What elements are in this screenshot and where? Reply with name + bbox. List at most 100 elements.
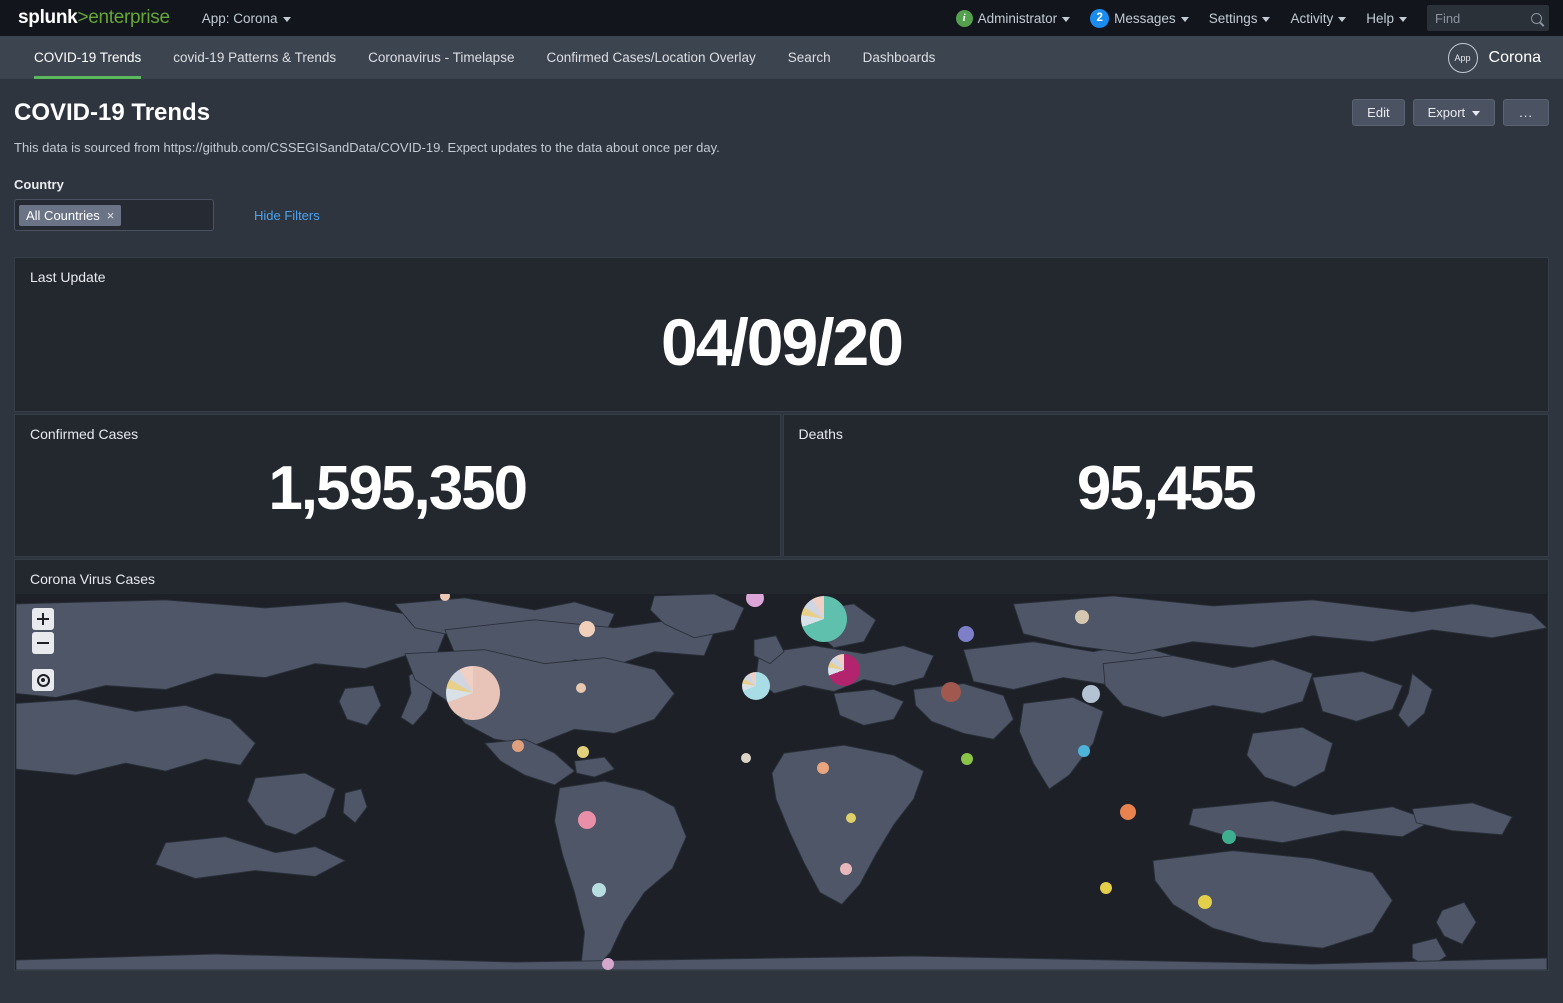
page-description: This data is sourced from https://github…: [14, 140, 720, 155]
nav-tab-label: Search: [787, 50, 831, 65]
top-app-bar: splunk>enterprise App: Corona i Administ…: [0, 0, 1563, 36]
map-bubble-marker[interactable]: [1120, 804, 1136, 820]
crosshair-icon: [36, 673, 50, 687]
hide-filters-link[interactable]: Hide Filters: [254, 208, 320, 231]
more-options-label: ...: [1519, 105, 1533, 120]
info-icon: i: [955, 9, 973, 27]
map-bubble-marker[interactable]: [576, 683, 586, 693]
app-selector[interactable]: App: Corona: [202, 11, 291, 26]
map-bubble-marker[interactable]: [741, 753, 751, 763]
logo-secondary-text: >enterprise: [77, 7, 170, 28]
splunk-logo[interactable]: splunk>enterprise: [18, 7, 170, 29]
panel-title-deaths: Deaths: [798, 426, 843, 442]
map-reset-locate-icon[interactable]: [32, 669, 54, 691]
nav-tab-covid-19-patterns-trends[interactable]: covid-19 Patterns & Trends: [157, 36, 352, 79]
map-bubble-marker[interactable]: [840, 863, 852, 875]
panel-corona-virus-cases: Corona Virus Cases: [14, 559, 1549, 971]
plus-icon: [37, 613, 49, 625]
messages-menu[interactable]: 2 Messages: [1090, 8, 1189, 28]
edit-button-label: Edit: [1367, 105, 1390, 120]
panel-deaths: Deaths 95,455: [782, 414, 1549, 557]
country-multiselect[interactable]: All Countries ×: [14, 199, 214, 231]
map-bubble-marker[interactable]: [579, 621, 595, 637]
map-bubble-marker[interactable]: [1082, 685, 1100, 703]
minus-icon: [37, 637, 49, 649]
world-map-landmasses: [16, 594, 1547, 970]
country-filter-label: Country: [14, 177, 64, 192]
map-controls: [32, 608, 54, 691]
export-button-label: Export: [1427, 105, 1466, 120]
map-bubble-marker[interactable]: [1078, 745, 1090, 757]
nav-tab-label: Confirmed Cases/Location Overlay: [546, 50, 756, 65]
app-bar-right-group: i Administrator 2 Messages Settings Acti…: [955, 5, 1563, 31]
settings-label: Settings: [1208, 10, 1258, 26]
more-options-button[interactable]: ...: [1503, 99, 1549, 126]
activity-label: Activity: [1290, 10, 1334, 26]
settings-menu[interactable]: Settings: [1209, 11, 1271, 26]
nav-tab-list: COVID-19 Trends covid-19 Patterns & Tren…: [0, 36, 951, 79]
chevron-down-icon: [1180, 16, 1189, 22]
map-bubble-marker[interactable]: [742, 672, 770, 700]
help-menu[interactable]: Help: [1366, 11, 1407, 26]
chevron-down-icon: [1472, 111, 1481, 116]
chevron-down-icon: [1262, 16, 1271, 22]
map-bubble-marker[interactable]: [592, 883, 606, 897]
panel-last-update: Last Update 04/09/20: [14, 257, 1549, 412]
map-bubble-marker[interactable]: [958, 626, 974, 642]
export-button[interactable]: Export: [1412, 99, 1496, 126]
panel-confirmed-cases: Confirmed Cases 1,595,350: [14, 414, 781, 557]
chevron-down-icon: [1399, 16, 1407, 22]
map-bubble-marker[interactable]: [1222, 830, 1236, 844]
nav-tab-dashboards[interactable]: Dashboards: [847, 36, 952, 79]
confirmed-cases-value: 1,595,350: [268, 454, 528, 523]
nav-tab-covid-19-trends[interactable]: COVID-19 Trends: [18, 36, 157, 79]
map-bubble-marker[interactable]: [828, 654, 860, 686]
nav-tab-label: Dashboards: [862, 50, 936, 65]
chevron-down-icon: [282, 16, 291, 22]
page-header-text: COVID-19 Trends This data is sourced fro…: [14, 99, 720, 155]
map-bubble-marker[interactable]: [961, 753, 973, 765]
nav-tab-label: COVID-19 Trends: [34, 50, 142, 65]
app-badge-icon: App: [1447, 42, 1478, 73]
map-bubble-marker[interactable]: [578, 811, 596, 829]
zoom-in-icon[interactable]: [32, 608, 54, 630]
country-token[interactable]: All Countries ×: [19, 204, 122, 226]
map-bubble-marker[interactable]: [602, 958, 614, 970]
panel-grid: Last Update 04/09/20 Confirmed Cases 1,5…: [14, 257, 1549, 971]
map-bubble-marker[interactable]: [512, 740, 524, 752]
dashboard-page: COVID-19 Trends This data is sourced fro…: [0, 79, 1563, 971]
zoom-out-icon[interactable]: [32, 632, 54, 654]
map-bubble-marker[interactable]: [846, 813, 856, 823]
map-bubble-marker[interactable]: [1075, 610, 1089, 624]
map-bubble-marker[interactable]: [801, 596, 847, 642]
administrator-label: Administrator: [977, 10, 1058, 26]
single-value-row: Confirmed Cases 1,595,350 Deaths 95,455: [14, 414, 1549, 557]
page-actions: Edit Export ...: [1352, 99, 1549, 126]
map-bubble-marker[interactable]: [1100, 882, 1112, 894]
map-bubble-marker[interactable]: [817, 762, 829, 774]
close-icon[interactable]: ×: [107, 208, 115, 223]
messages-count-badge: 2: [1090, 8, 1110, 28]
map-bubble-marker[interactable]: [941, 682, 961, 702]
nav-tab-search[interactable]: Search: [772, 36, 847, 79]
nav-tab-confirmed-cases-location-overlay[interactable]: Confirmed Cases/Location Overlay: [530, 36, 771, 79]
find-input[interactable]: [1435, 10, 1530, 26]
country-filter: Country All Countries ×: [14, 177, 214, 231]
map-bubble-marker[interactable]: [446, 666, 500, 720]
app-nav-bar: COVID-19 Trends covid-19 Patterns & Tren…: [0, 36, 1563, 79]
panel-title-confirmed-cases: Confirmed Cases: [30, 426, 139, 442]
map-bubble-marker[interactable]: [1198, 895, 1212, 909]
edit-button[interactable]: Edit: [1352, 99, 1405, 126]
world-map[interactable]: [16, 594, 1547, 970]
administrator-menu[interactable]: i Administrator: [955, 9, 1071, 27]
map-zoom-controls: [32, 608, 54, 654]
search-icon: [1531, 12, 1542, 24]
nav-tab-label: covid-19 Patterns & Trends: [173, 50, 337, 65]
deaths-value: 95,455: [1076, 454, 1257, 523]
nav-tab-coronavirus-timelapse[interactable]: Coronavirus - Timelapse: [352, 36, 530, 79]
page-title: COVID-19 Trends: [14, 99, 211, 126]
find-search-box[interactable]: [1427, 5, 1549, 31]
activity-menu[interactable]: Activity: [1290, 10, 1347, 26]
nav-app-indicator[interactable]: App Corona: [1447, 36, 1563, 79]
map-bubble-marker[interactable]: [577, 746, 589, 758]
